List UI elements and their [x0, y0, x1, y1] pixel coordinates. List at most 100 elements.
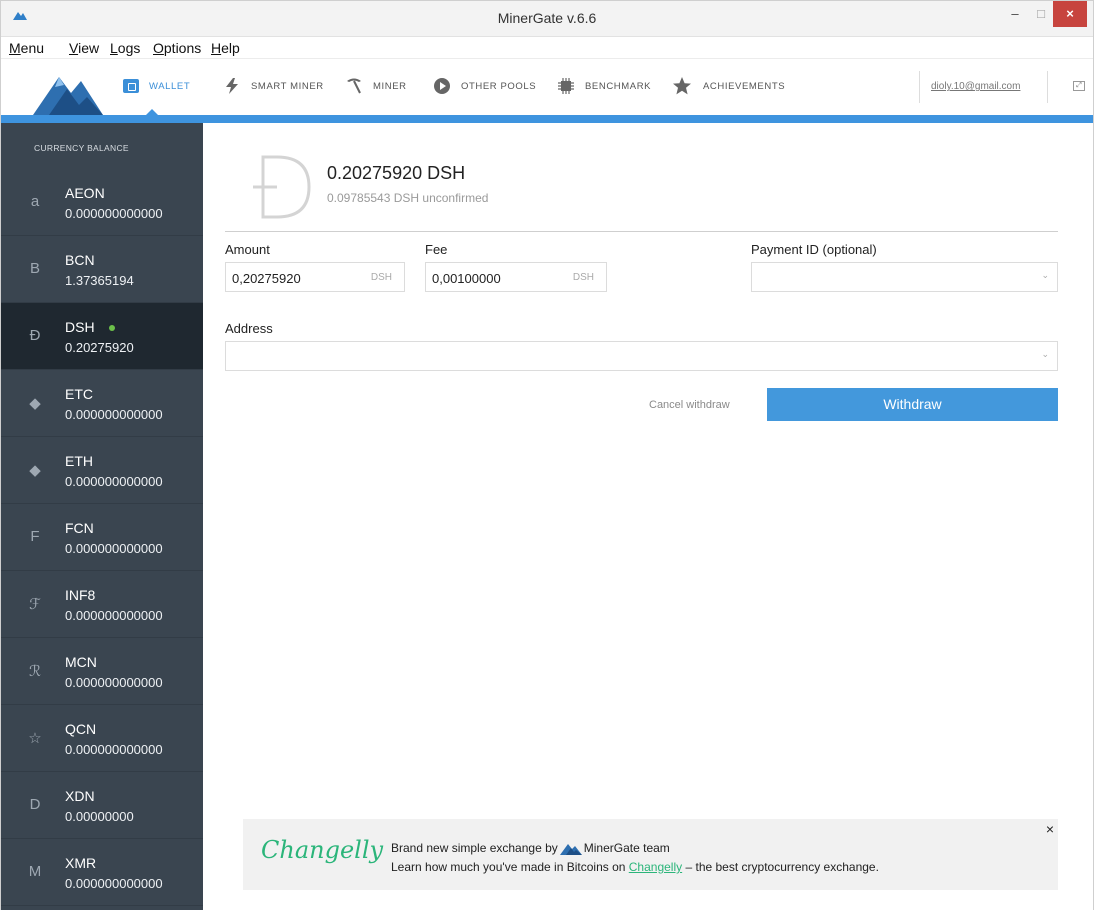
currency-name: ETC [65, 386, 93, 402]
address-label: Address [225, 321, 273, 336]
etc-icon: ◆ [29, 395, 41, 412]
inf8-icon: ℱ [29, 596, 41, 613]
wallet-balance: 0.20275920 DSH [327, 163, 466, 183]
minimize-button[interactable]: – [1001, 1, 1029, 27]
nav-benchmark[interactable]: BENCHMARK [557, 77, 651, 95]
nav-wallet[interactable]: WALLET [123, 77, 190, 95]
mining-status-dot [109, 325, 115, 331]
address-field[interactable]: ⌄ [225, 341, 1058, 371]
accent-bar [1, 115, 1093, 123]
sidebar-item-eth[interactable]: ◆ ETH 0.000000000000 [1, 437, 203, 504]
menu-item-help[interactable]: Help [211, 40, 240, 56]
currency-balance: 0.000000000000 [65, 407, 163, 422]
dsh-icon: Đ [29, 327, 41, 344]
cancel-withdraw-link[interactable]: Cancel withdraw [649, 399, 730, 411]
currency-name: XDN [65, 788, 95, 804]
mcn-icon: ℛ [29, 663, 41, 680]
payment-id-field[interactable]: ⌄ [751, 262, 1058, 292]
nav-achievements-label: ACHIEVEMENTS [703, 80, 786, 92]
sidebar-item-inf8[interactable]: ℱ INF8 0.000000000000 [1, 571, 203, 638]
currency-balance: 0.000000000000 [65, 608, 163, 623]
amount-unit: DSH [370, 272, 392, 283]
currency-balance: 0.000000000000 [65, 541, 163, 556]
nav-smart-miner-label: SMART MINER [251, 80, 324, 92]
currency-name: ETH [65, 453, 93, 469]
toolbar-separator [1047, 71, 1048, 103]
qcn-icon: ☆ [28, 730, 42, 747]
star-icon [673, 77, 691, 95]
changelly-link[interactable]: Changelly [629, 860, 682, 874]
app-window: MinerGate v.6.6 – □ × Menu View Logs Opt… [0, 0, 1094, 910]
wallet-panel: 0.20275920 DSH 0.09785543 DSH unconfirme… [203, 123, 1093, 910]
currency-balance: 0.00000000 [65, 809, 134, 824]
nav-smart-miner[interactable]: SMART MINER [223, 77, 324, 95]
chevron-down-icon[interactable]: ⌄ [1041, 270, 1049, 281]
sidebar-item-bcn[interactable]: B BCN 1.37365194 [1, 236, 203, 303]
banner-line2-text: Learn how much you've made in Bitcoins o… [391, 860, 626, 874]
amount-field[interactable]: 0,20275920 DSH [225, 262, 405, 292]
pools-icon [434, 78, 450, 94]
toolbar-separator [919, 71, 920, 103]
sidebar-item-qcn[interactable]: ☆ QCN 0.000000000000 [1, 705, 203, 772]
nav-achievements[interactable]: ACHIEVEMENTS [671, 77, 785, 95]
unconfirmed-balance: 0.09785543 DSH unconfirmed [327, 191, 489, 205]
banner-line2-suffix: – the best cryptocurrency exchange. [685, 860, 879, 874]
nav-wallet-label: WALLET [149, 80, 191, 92]
currency-name: AEON [65, 185, 105, 201]
fee-unit: DSH [572, 272, 594, 283]
menu-item-view[interactable]: View [69, 40, 99, 56]
changelly-logo[interactable]: Changelly [261, 836, 383, 864]
payment-id-label: Payment ID (optional) [751, 242, 877, 257]
menu-bar: Menu View Logs Options Help [1, 37, 1093, 59]
lightning-icon [226, 78, 238, 94]
pickaxe-icon [347, 78, 361, 94]
fee-field[interactable]: 0,00100000 DSH [425, 262, 607, 292]
sidebar-item-mcn[interactable]: ℛ MCN 0.000000000000 [1, 638, 203, 705]
sidebar-item-aeon[interactable]: a AEON 0.000000000000 [1, 169, 203, 236]
sidebar-item-xmr[interactable]: M XMR 0.000000000000 [1, 839, 203, 906]
chevron-down-icon[interactable]: ⌄ [1041, 349, 1049, 360]
bcn-icon: B [29, 260, 40, 277]
banner-line1-text: Brand new simple exchange by [391, 841, 558, 855]
menu-item-options[interactable]: Options [153, 40, 201, 56]
chip-icon [558, 78, 574, 94]
currency-name: QCN [65, 721, 97, 737]
withdraw-button[interactable]: Withdraw [767, 388, 1058, 421]
amount-label: Amount [225, 242, 270, 257]
close-banner-icon[interactable]: × [1046, 821, 1054, 837]
xmr-icon: M [28, 863, 42, 880]
nav-miner-label: MINER [373, 80, 407, 92]
banner-brand-text: MinerGate team [583, 841, 670, 855]
nav-miner[interactable]: MINER [345, 77, 407, 95]
window-title: MinerGate v.6.6 [497, 10, 597, 26]
sidebar-header: CURRENCY BALANCE [34, 143, 129, 153]
banner-line-2: Learn how much you've made in Bitcoins o… [391, 860, 879, 874]
sidebar-item-dsh[interactable]: Đ DSH 0.20275920 [1, 303, 211, 370]
sidebar-item-etc[interactable]: ◆ ETC 0.000000000000 [1, 370, 203, 437]
user-email-link[interactable]: dioly.10@gmail.com [931, 81, 1020, 92]
menu-item-menu[interactable]: Menu [9, 40, 44, 56]
nav-benchmark-label: BENCHMARK [585, 80, 652, 92]
currency-name: DSH [65, 319, 95, 335]
currency-sidebar: CURRENCY BALANCE a AEON 0.000000000000 B… [1, 123, 211, 910]
top-toolbar: WALLET SMART MINER MINER OTHER POOLS BEN… [1, 59, 1093, 117]
fee-value: 0,00100000 [432, 271, 501, 286]
currency-balance: 0.000000000000 [65, 474, 163, 489]
currency-name: INF8 [65, 587, 96, 603]
nav-other-pools[interactable]: OTHER POOLS [433, 77, 536, 95]
currency-balance: 0.000000000000 [65, 675, 163, 690]
amount-value: 0,20275920 [232, 271, 301, 286]
maximize-button[interactable]: □ [1029, 1, 1053, 27]
currency-balance: 0.000000000000 [65, 876, 163, 891]
sidebar-item-fcn[interactable]: F FCN 0.000000000000 [1, 504, 203, 571]
menu-item-logs[interactable]: Logs [110, 40, 140, 56]
currency-balance: 1.37365194 [65, 273, 134, 288]
xdn-icon: D [29, 796, 41, 813]
currency-name: FCN [65, 520, 94, 536]
close-window-button[interactable]: × [1053, 1, 1087, 27]
fee-label: Fee [425, 242, 448, 257]
expand-icon[interactable]: ⤢ [1073, 81, 1085, 91]
sidebar-item-xdn[interactable]: D XDN 0.00000000 [1, 772, 203, 839]
section-divider [225, 231, 1058, 232]
nav-other-pools-label: OTHER POOLS [461, 80, 537, 92]
